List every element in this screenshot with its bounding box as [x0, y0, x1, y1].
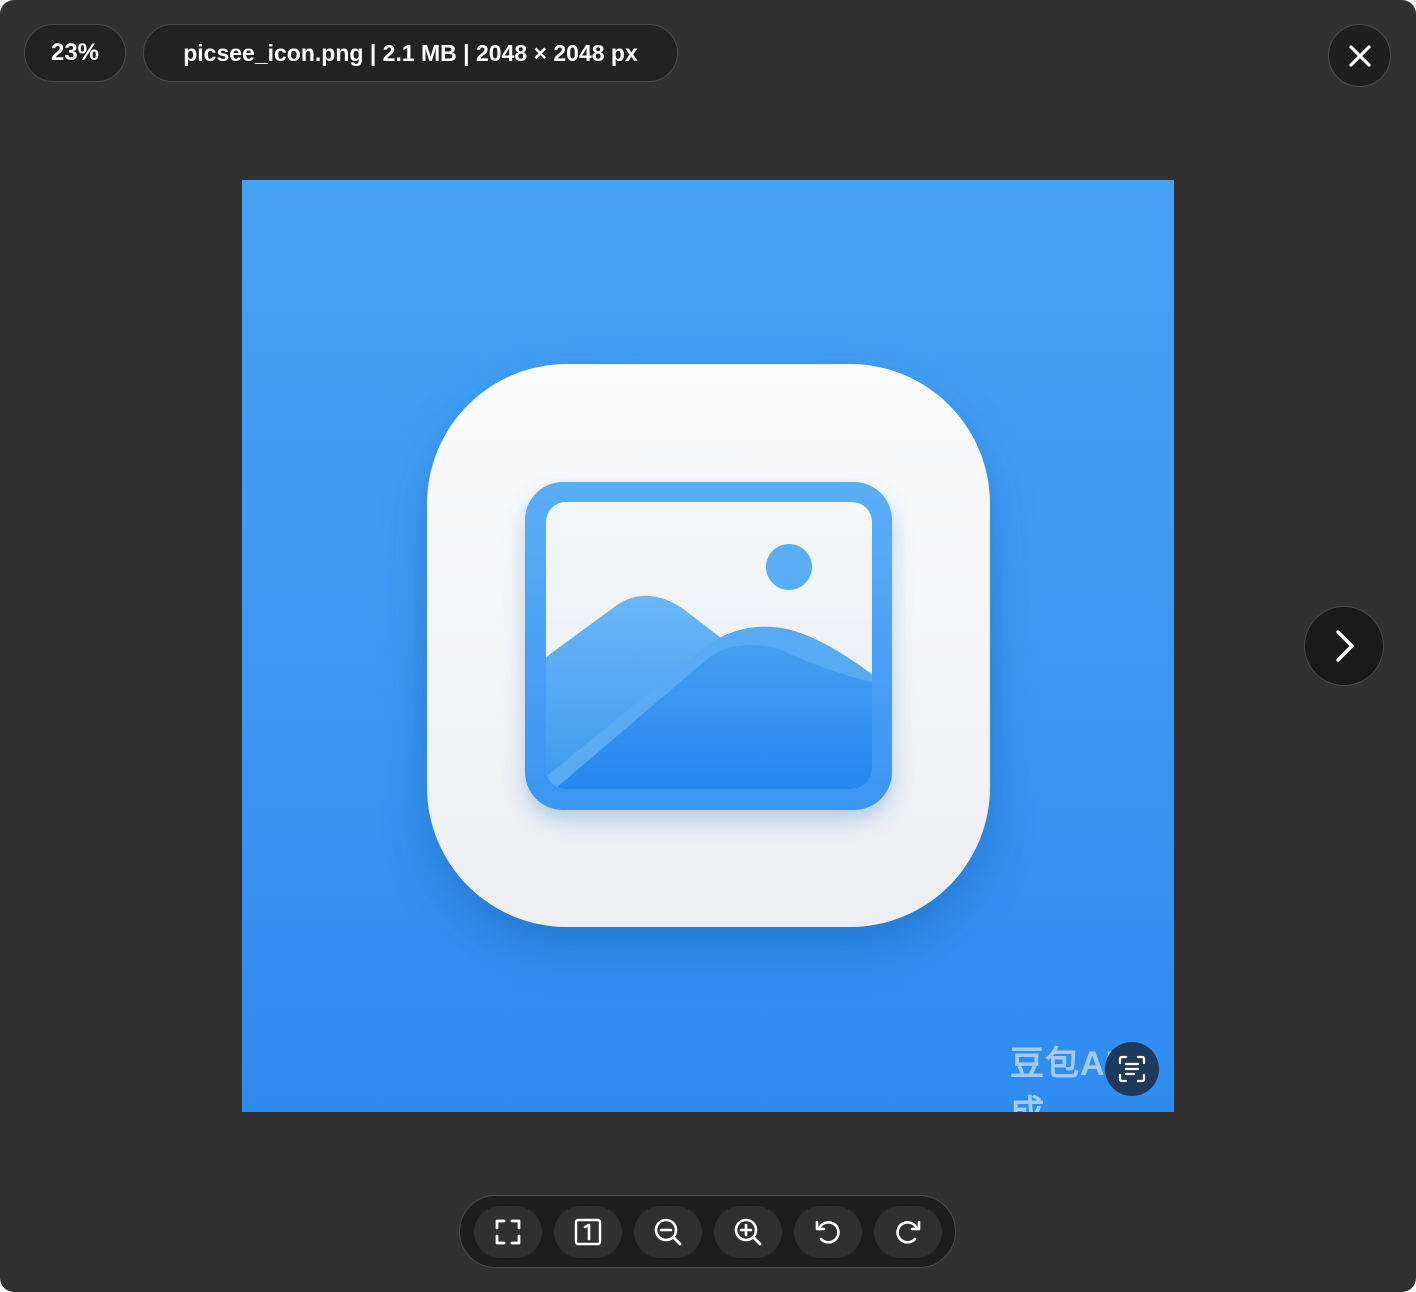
displayed-image[interactable]: 豆包AI生成 [242, 180, 1174, 1112]
text-scan-icon [1118, 1055, 1146, 1083]
ocr-button[interactable] [1105, 1042, 1159, 1096]
actual-size-button[interactable] [554, 1206, 622, 1258]
close-button[interactable] [1328, 24, 1391, 87]
zoom-in-button[interactable] [714, 1206, 782, 1258]
app-icon-image [242, 180, 1174, 1112]
rotate-right-icon [896, 1220, 921, 1244]
fullscreen-button[interactable] [474, 1206, 542, 1258]
rotate-left-button[interactable] [794, 1206, 862, 1258]
file-info-badge: picsee_icon.png | 2.1 MB | 2048 × 2048 p… [143, 24, 678, 82]
rotate-left-icon [815, 1220, 840, 1244]
file-info-label: picsee_icon.png | 2.1 MB | 2048 × 2048 p… [183, 39, 638, 66]
one-to-one-icon [574, 1218, 602, 1246]
zoom-out-icon [654, 1218, 682, 1246]
zoom-in-icon [734, 1218, 762, 1246]
zoom-level-label: 23% [50, 39, 100, 66]
chevron-right-icon [1336, 630, 1354, 662]
zoom-out-button[interactable] [634, 1206, 702, 1258]
fullscreen-icon [495, 1219, 521, 1245]
zoom-level-badge: 23% [24, 24, 126, 82]
image-viewer-window: 23% picsee_icon.png | 2.1 MB | 2048 × 20… [0, 0, 1416, 1292]
close-icon [1348, 44, 1371, 67]
next-image-button[interactable] [1304, 606, 1384, 686]
rotate-right-button[interactable] [874, 1206, 942, 1258]
viewer-toolbar [459, 1195, 956, 1268]
